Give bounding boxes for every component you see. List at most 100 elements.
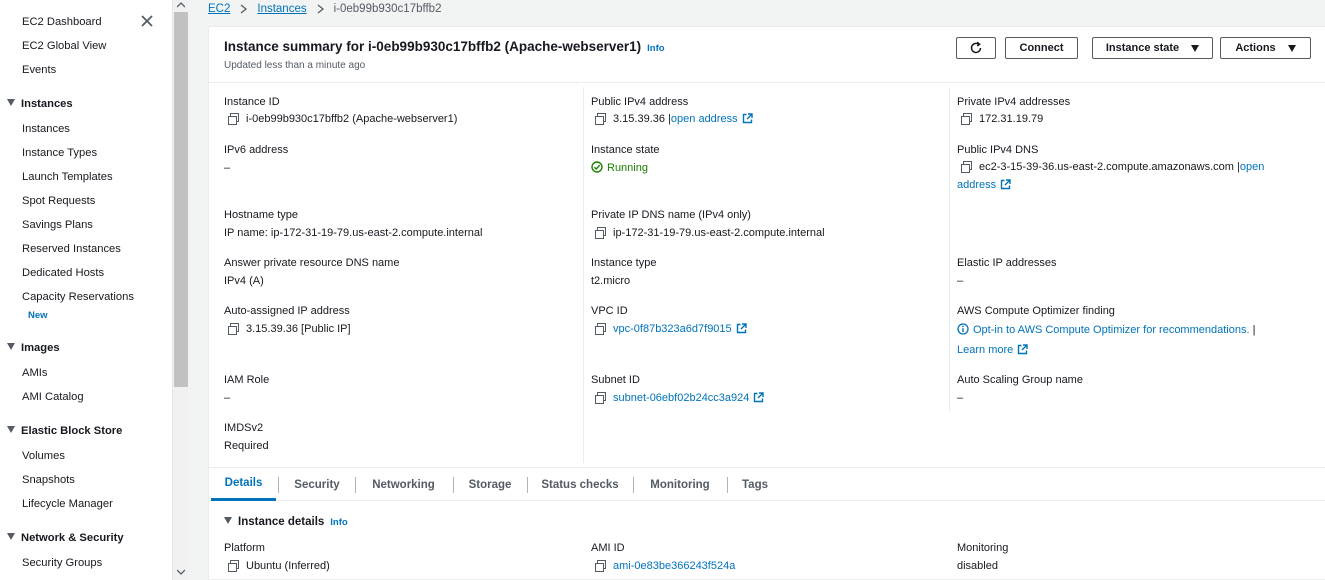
sidebar-section-label: Images <box>21 342 60 354</box>
public-ipv4-value: 3.15.39.36 |open address <box>595 113 753 125</box>
scrollbar-thumb[interactable] <box>174 12 188 387</box>
instance-type-label: Instance type <box>591 257 657 269</box>
scroll-down-icon[interactable] <box>177 569 185 575</box>
tab-networking[interactable]: Networking <box>361 468 446 501</box>
page-title-text: Instance summary for i-0eb99b930c17bffb2… <box>224 39 642 54</box>
sidebar-section-label: Instances <box>21 98 73 110</box>
tab-monitoring[interactable]: Monitoring <box>638 468 722 501</box>
instance-state-text: Running <box>607 162 648 174</box>
external-link-icon[interactable] <box>742 113 753 124</box>
tab-details[interactable]: Details <box>211 468 276 501</box>
sidebar-item-capacity-reservations[interactable]: Capacity Reservations <box>22 291 134 303</box>
public-ipv4-text: 3.15.39.36 <box>613 113 665 125</box>
vpc-link[interactable]: vpc-0f87b323a6d7f9015 <box>613 323 732 335</box>
copy-icon[interactable] <box>595 113 606 125</box>
sidebar-item-security-groups[interactable]: Security Groups <box>22 557 102 569</box>
sidebar-section-label: Network & Security <box>21 532 124 544</box>
auto-ip-value: 3.15.39.36 [Public IP] <box>228 323 351 335</box>
tab-tags[interactable]: Tags <box>732 468 778 501</box>
instance-details-header[interactable]: Instance details Info <box>224 516 348 528</box>
tab-storage[interactable]: Storage <box>458 468 522 501</box>
learn-more-link[interactable]: Learn more <box>957 344 1013 356</box>
column-divider <box>949 87 950 412</box>
tab-security[interactable]: Security <box>283 468 351 501</box>
sidebar-item-amis[interactable]: AMIs <box>22 367 47 379</box>
copy-icon[interactable] <box>595 560 606 572</box>
copy-icon[interactable] <box>228 560 239 572</box>
caret-down-icon <box>7 533 15 540</box>
instance-state-button[interactable]: Instance state <box>1092 37 1213 59</box>
copy-icon[interactable] <box>228 113 239 125</box>
check-circle-icon <box>591 161 603 173</box>
sidebar-item-lifecycle-manager[interactable]: Lifecycle Manager <box>22 498 113 510</box>
sidebar-section-instances[interactable]: Instances <box>7 98 73 110</box>
public-dns-value: ec2-3-15-39-36.us-east-2.compute.amazona… <box>961 161 1264 173</box>
actions-button[interactable]: Actions <box>1220 37 1311 59</box>
public-dns-label: Public IPv4 DNS <box>957 144 1039 156</box>
iam-value: – <box>224 392 231 404</box>
tab-status-checks[interactable]: Status checks <box>532 468 628 501</box>
scroll-up-icon[interactable] <box>177 2 185 8</box>
open-address-link[interactable]: open address <box>671 113 738 125</box>
external-link-icon[interactable] <box>753 392 765 403</box>
sidebar-item-events[interactable]: Events <box>22 64 56 76</box>
breadcrumb-instances[interactable]: Instances <box>257 3 306 15</box>
public-dns-open-link[interactable]: open <box>1240 161 1264 173</box>
sidebar-item-ec2-global-view[interactable]: EC2 Global View <box>22 40 106 52</box>
asg-label: Auto Scaling Group name <box>957 374 1083 386</box>
imds-value: Required <box>224 440 269 452</box>
page-title: Instance summary for i-0eb99b930c17bffb2… <box>224 39 665 54</box>
connect-button[interactable]: Connect <box>1005 37 1078 59</box>
sidebar-item-ec2-dashboard[interactable]: EC2 Dashboard <box>22 16 102 28</box>
sidebar-item-reserved-instances[interactable]: Reserved Instances <box>22 243 121 255</box>
subnet-link[interactable]: subnet-06ebf02b24cc3a924 <box>613 392 749 404</box>
sidebar-section-ebs[interactable]: Elastic Block Store <box>7 425 122 437</box>
copy-icon[interactable] <box>961 161 972 173</box>
instance-state-label-field: Instance state <box>591 144 660 156</box>
external-link-icon[interactable] <box>1000 179 1011 190</box>
breadcrumb: EC2 Instances i-0eb99b930c17bffb2 <box>208 3 441 15</box>
vpc-value: vpc-0f87b323a6d7f9015 <box>595 323 747 335</box>
copy-icon[interactable] <box>595 392 606 404</box>
caret-down-icon <box>7 99 15 106</box>
actions-label: Actions <box>1235 42 1276 54</box>
tab-divider <box>355 477 356 493</box>
sidebar-section-images[interactable]: Images <box>7 342 60 354</box>
caret-down-icon <box>1191 44 1200 52</box>
optimizer-link[interactable]: Opt-in to AWS Compute Optimizer for reco… <box>973 324 1250 336</box>
info-link[interactable]: Info <box>330 517 347 528</box>
info-link[interactable]: Info <box>647 43 664 54</box>
sidebar-item-volumes[interactable]: Volumes <box>22 450 65 462</box>
breadcrumb-ec2[interactable]: EC2 <box>208 3 230 15</box>
sidebar-item-snapshots[interactable]: Snapshots <box>22 474 75 486</box>
tab-divider <box>727 477 728 493</box>
sidebar-item-spot-requests[interactable]: Spot Requests <box>22 195 95 207</box>
external-link-icon[interactable] <box>1017 344 1028 355</box>
detail-tabs: Details Security Networking Storage Stat… <box>209 467 1325 501</box>
copy-icon[interactable] <box>595 227 606 239</box>
answer-dns-value: IPv4 (A) <box>224 275 264 287</box>
copy-icon[interactable] <box>595 323 606 335</box>
sidebar-item-ami-catalog[interactable]: AMI Catalog <box>22 391 84 403</box>
ami-link[interactable]: ami-0e83be366243f524a <box>613 560 735 572</box>
copy-icon[interactable] <box>961 113 972 125</box>
public-dns-address-link[interactable]: address <box>957 179 996 191</box>
hostname-type-value: IP name: ip-172-31-19-79.us-east-2.compu… <box>224 227 483 239</box>
instance-state-value: Running <box>591 161 648 174</box>
sidebar-item-instance-types[interactable]: Instance Types <box>22 147 97 159</box>
refresh-button[interactable] <box>956 37 996 59</box>
sidebar-item-savings-plans[interactable]: Savings Plans <box>22 219 93 231</box>
sidebar-item-instances[interactable]: Instances <box>22 123 70 135</box>
copy-icon[interactable] <box>228 323 239 335</box>
auto-ip-label: Auto-assigned IP address <box>224 305 350 317</box>
close-icon[interactable] <box>140 14 154 28</box>
sidebar-item-launch-templates[interactable]: Launch Templates <box>22 171 113 183</box>
private-dns-label: Private IP DNS name (IPv4 only) <box>591 209 751 221</box>
learn-more: Learn more <box>957 344 1028 356</box>
sidebar-item-dedicated-hosts[interactable]: Dedicated Hosts <box>22 267 104 279</box>
subnet-label: Subnet ID <box>591 374 640 386</box>
sidebar-scrollbar[interactable] <box>172 0 188 580</box>
public-dns-value-cont: address <box>957 179 1011 191</box>
external-link-icon[interactable] <box>736 323 747 334</box>
sidebar-section-network-security[interactable]: Network & Security <box>7 532 124 544</box>
